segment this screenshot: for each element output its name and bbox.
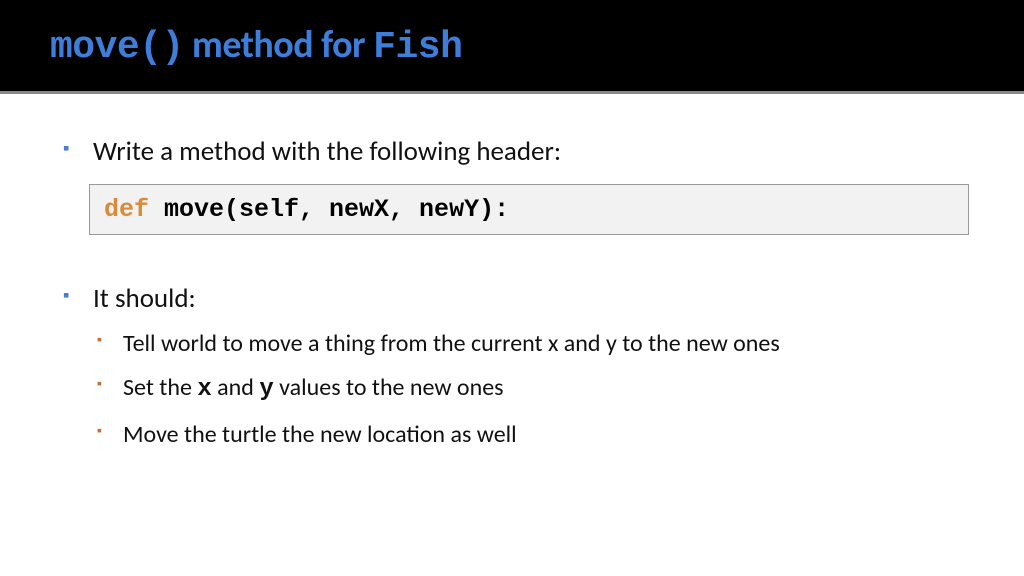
bullet-1: Write a method with the following header… <box>55 134 969 170</box>
bullet-list-2: It should: Tell world to move a thing fr… <box>55 281 969 451</box>
sub-bullet-1-text: Tell world to move a thing from the curr… <box>123 329 780 358</box>
title-code-2: Fish <box>373 26 462 69</box>
sub-bullet-2-y: y <box>259 376 273 403</box>
sub-bullet-2-and: and <box>217 373 259 402</box>
bullet-2: It should: Tell world to move a thing fr… <box>55 281 969 451</box>
title-code-1: move() <box>50 26 184 69</box>
sub-bullet-3: Move the turtle the new location as well <box>93 419 969 451</box>
bullet-2-text: It should: <box>93 282 196 315</box>
title-text: method for <box>192 22 373 68</box>
code-keyword: def <box>104 195 149 224</box>
sub-bullet-2-pre: Set the <box>123 373 197 402</box>
sub-bullet-2-post: values to the new ones <box>279 373 503 402</box>
bullet-1-text: Write a method with the following header… <box>93 135 561 168</box>
title-bar: move() method for Fish <box>0 0 1024 94</box>
sub-bullet-2-x: x <box>197 376 211 403</box>
code-body: move(self, newX, newY): <box>149 195 509 224</box>
content-area: Write a method with the following header… <box>0 94 1024 576</box>
slide: move() method for Fish Write a method wi… <box>0 0 1024 576</box>
code-block: def move(self, newX, newY): <box>89 184 969 235</box>
sub-bullet-1: Tell world to move a thing from the curr… <box>93 328 969 360</box>
bullet-list: Write a method with the following header… <box>55 134 969 170</box>
sub-bullet-list: Tell world to move a thing from the curr… <box>93 328 969 451</box>
sub-bullet-2: Set the x and y values to the new ones <box>93 372 969 406</box>
slide-title: move() method for Fish <box>50 22 974 69</box>
sub-bullet-3-text: Move the turtle the new location as well <box>123 420 517 449</box>
